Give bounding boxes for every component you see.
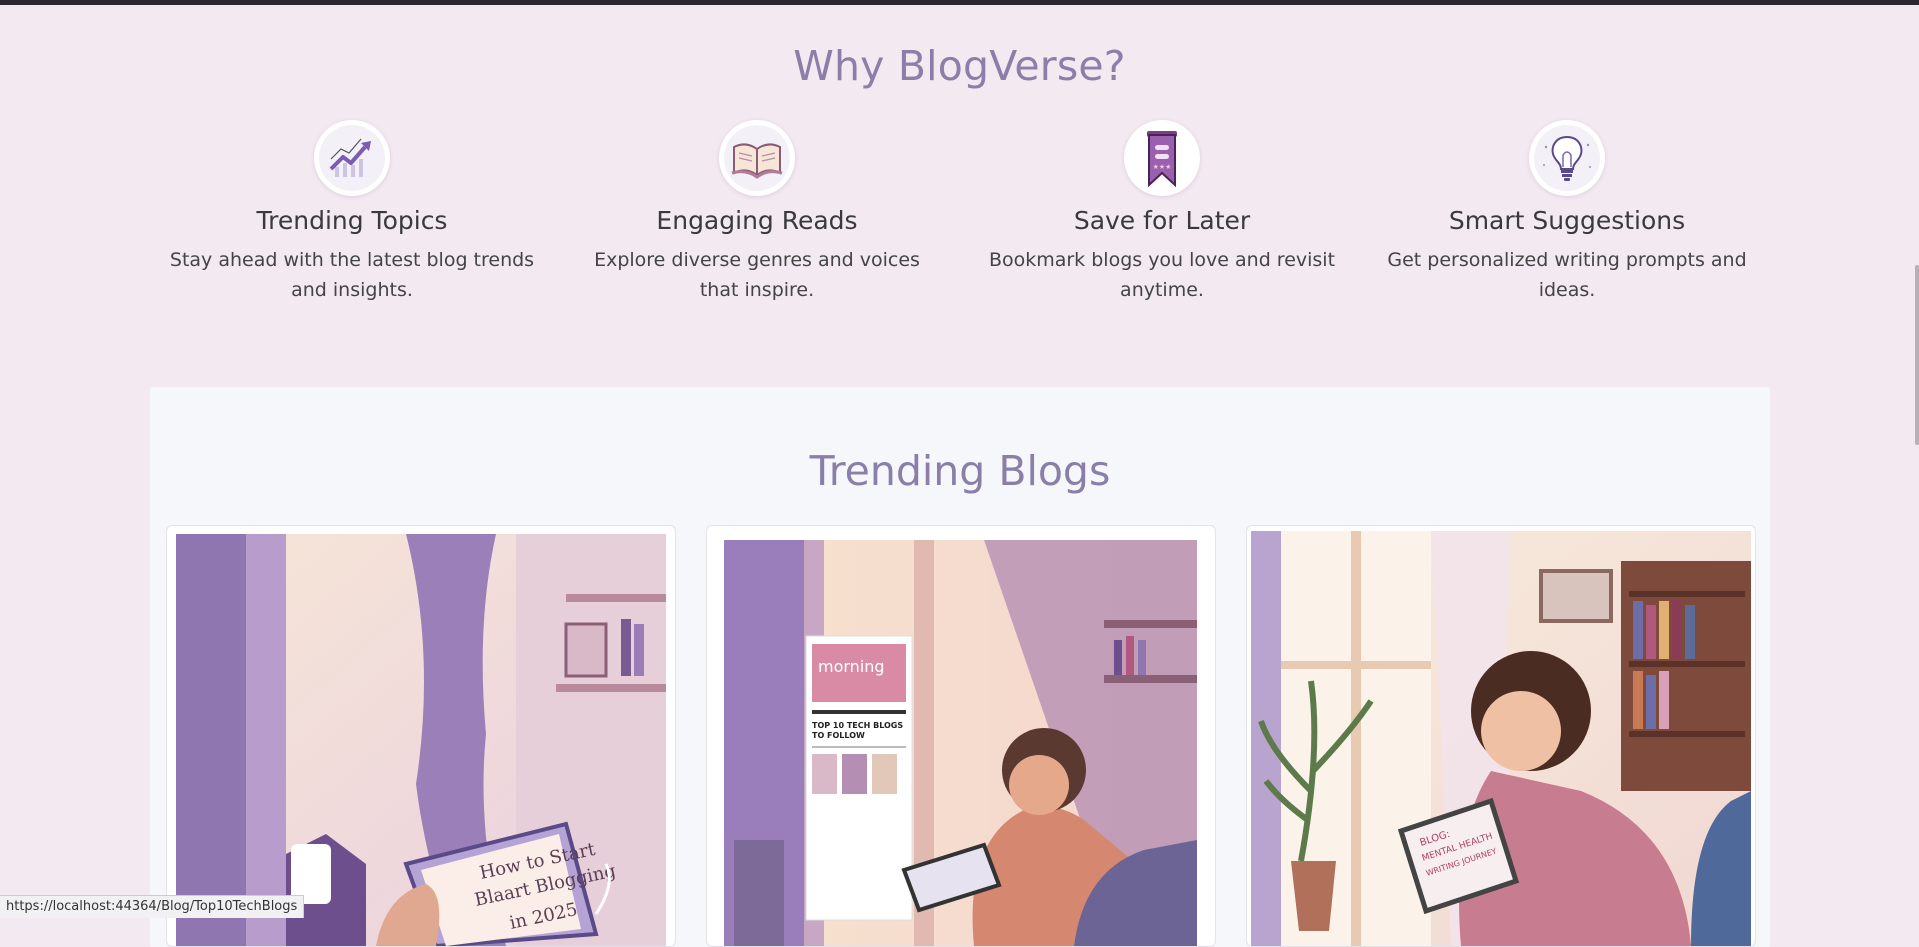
feature-description: Bookmark blogs you love and revisit anyt… [988,249,1336,301]
feature-description: Get personalized writing prompts and ide… [1387,249,1747,301]
blog-card-image[interactable]: How to Start Blaart Blogging in 2025 [176,534,666,946]
browser-top-edge [0,0,1919,5]
status-bar-url: https://localhost:44364/Blog/Top10TechBl… [0,895,305,918]
blog-card-3[interactable]: BLOG: MENTAL HEALTH WRITING JOURNEY [1246,525,1756,947]
card-image-text: TO FOLLOW [812,731,865,740]
feature-trending-topics: Trending Topics Stay ahead with the late… [157,120,547,305]
open-book-icon [719,120,795,196]
why-section-title: Why BlogVerse? [793,42,1126,90]
feature-description: Stay ahead with the latest blog trends a… [169,249,535,301]
blog-card-image[interactable]: morning TOP 10 TECH BLOGS TO FOLLOW [724,540,1197,946]
svg-text:★★★: ★★★ [1153,163,1172,171]
feature-smart-suggestions: Smart Suggestions Get personalized writi… [1372,120,1762,305]
blog-card-image[interactable]: BLOG: MENTAL HEALTH WRITING JOURNEY [1251,531,1751,946]
feature-engaging-reads: Engaging Reads Explore diverse genres an… [562,120,952,305]
trending-chart-icon [314,120,390,196]
feature-description: Explore diverse genres and voices that i… [594,249,920,301]
lightbulb-icon [1529,120,1605,196]
feature-title: Engaging Reads [656,206,858,235]
feature-save-for-later: ★★★ Save for Later Bookmark blogs you lo… [967,120,1357,305]
feature-title: Save for Later [1073,206,1251,235]
blog-card-2[interactable]: morning TOP 10 TECH BLOGS TO FOLLOW [706,525,1216,947]
bookmark-ribbon-icon: ★★★ [1124,120,1200,196]
feature-title: Smart Suggestions [1448,206,1686,235]
card-image-text: morning [818,657,885,676]
blog-card-1[interactable]: How to Start Blaart Blogging in 2025 [166,525,676,947]
feature-title: Trending Topics [256,206,448,235]
scrollbar-thumb[interactable] [1915,265,1919,445]
trending-blogs-title: Trending Blogs [809,447,1111,495]
card-image-text: TOP 10 TECH BLOGS [812,721,903,730]
